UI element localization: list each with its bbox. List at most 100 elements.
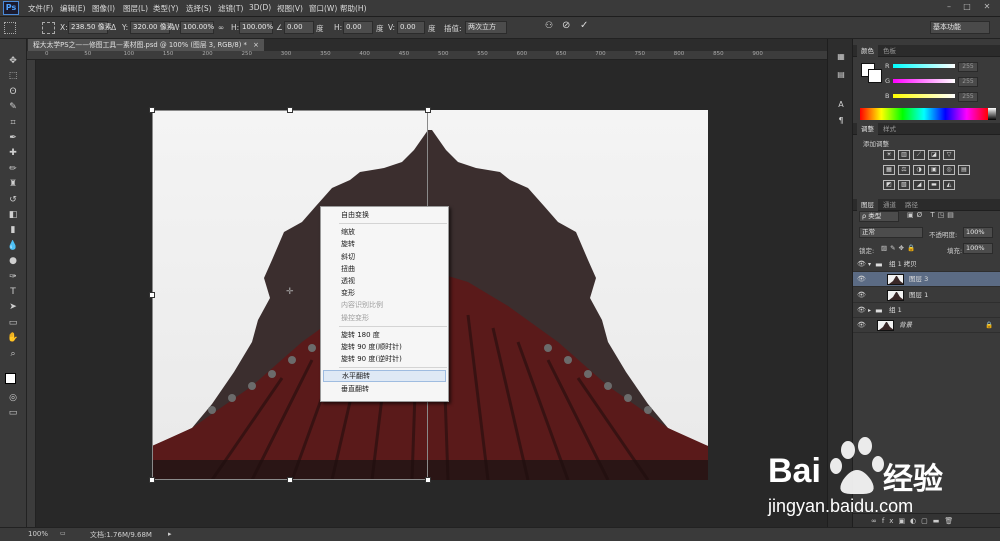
layer-row[interactable]: 👁 图层 1 <box>853 288 1000 303</box>
pivot-point-icon[interactable]: ✛ <box>286 288 294 297</box>
menu-item[interactable]: 帮助(H) <box>340 3 367 14</box>
menu-item[interactable]: 文件(F) <box>28 3 53 14</box>
cancel-transform-icon[interactable]: ⊘ <box>562 20 570 31</box>
layer-row[interactable]: 👁 ▾ ▬ 组 1 拷贝 <box>853 257 1000 272</box>
menu-item[interactable]: 窗口(W) <box>309 3 337 14</box>
hue-sat-icon[interactable]: ▦ <box>883 165 895 175</box>
curves-icon[interactable]: ⟋ <box>913 150 925 160</box>
grayscale-ramp[interactable] <box>988 108 996 120</box>
layer-row[interactable]: 👁 图层 3 <box>853 272 1000 288</box>
paragraph-icon[interactable]: ¶ <box>834 115 848 127</box>
fill-field[interactable]: 100% <box>963 243 993 254</box>
screen-mode-icon[interactable]: ▭ <box>5 407 21 419</box>
invert-icon[interactable]: ◩ <box>883 180 895 190</box>
transform-handle[interactable] <box>425 107 431 113</box>
levels-icon[interactable]: ▥ <box>898 150 910 160</box>
layer-row[interactable]: 👁 ▸ ▬ 组 1 <box>853 303 1000 318</box>
menu-item[interactable]: 图像(I) <box>92 3 115 14</box>
type-tool-icon[interactable]: T <box>5 286 21 298</box>
channel-mixer-icon[interactable]: ◎ <box>943 165 955 175</box>
brush-tool-icon[interactable]: ✏ <box>5 163 21 175</box>
history-brush-icon[interactable]: ↺ <box>5 194 21 206</box>
tab-paths[interactable]: 路径 <box>901 199 922 211</box>
expand-arrow-right-icon[interactable]: ▸ <box>868 303 871 318</box>
history-icon[interactable]: ▦ <box>834 51 848 63</box>
bw-icon[interactable]: ◑ <box>913 165 925 175</box>
layer-row[interactable]: 👁 背景 🔒 <box>853 318 1000 334</box>
interpolation-select[interactable]: 两次立方 <box>465 21 507 34</box>
width-field[interactable]: 100.00% <box>180 21 214 34</box>
foreground-color-swatch[interactable] <box>5 373 16 384</box>
context-menu-item[interactable]: 透视 <box>321 275 448 287</box>
layer-filter-icons[interactable]: ▣Ø T◳▤ <box>907 211 957 219</box>
context-menu-item[interactable]: 垂直翻转 <box>321 383 448 395</box>
maximize-icon[interactable]: □ <box>962 2 972 12</box>
channel-slider[interactable] <box>893 79 955 83</box>
clone-stamp-icon[interactable]: ♜ <box>5 178 21 190</box>
color-lookup-icon[interactable]: ▤ <box>958 165 970 175</box>
zoom-level[interactable]: 100% <box>28 530 48 538</box>
transform-handle[interactable] <box>287 477 293 483</box>
shape-tool-icon[interactable]: ▭ <box>5 317 21 329</box>
commit-transform-icon[interactable]: ✓ <box>580 20 588 31</box>
visibility-eye-icon[interactable]: 👁 <box>857 288 866 303</box>
menu-item[interactable]: 图层(L) <box>123 3 148 14</box>
channel-value-field[interactable]: 255 <box>958 62 978 72</box>
lock-icons[interactable]: ▨✎✥🔒 <box>881 244 918 252</box>
warp-mode-icon[interactable]: ⚇ <box>545 21 553 31</box>
transform-grid-icon[interactable] <box>42 22 55 34</box>
visibility-eye-icon[interactable]: 👁 <box>857 303 866 318</box>
pen-tool-icon[interactable]: ✑ <box>5 271 21 283</box>
document-tab[interactable]: 程大太学PS之——修图工具—素材图.psd @ 100% (图层 3, RGB/… <box>28 39 264 51</box>
menu-item[interactable]: 滤镜(T) <box>218 3 243 14</box>
link-icon[interactable]: ∞ <box>218 23 224 32</box>
tab-channels[interactable]: 通道 <box>879 199 900 211</box>
tab-color[interactable]: 颜色 <box>857 45 878 57</box>
gradient-tool-icon[interactable]: ▮ <box>5 224 21 236</box>
channel-slider[interactable] <box>893 64 955 68</box>
eraser-tool-icon[interactable]: ◧ <box>5 209 21 221</box>
photo-filter-icon[interactable]: ▣ <box>928 165 940 175</box>
context-menu-item[interactable]: 斜切 <box>321 251 448 263</box>
transform-handle[interactable] <box>149 292 155 298</box>
posterize-icon[interactable]: ▧ <box>898 180 910 190</box>
color-balance-icon[interactable]: ⚖ <box>898 165 910 175</box>
context-menu-item[interactable]: 水平翻转 <box>323 370 446 383</box>
v-skew-field[interactable]: 0.00 <box>397 21 425 34</box>
height-field[interactable]: 100.00% <box>239 21 273 34</box>
vibrance-icon[interactable]: ▽ <box>943 150 955 160</box>
x-position-field[interactable]: 238.50 像素 <box>68 21 112 34</box>
transform-handle[interactable] <box>287 107 293 113</box>
move-tool-icon[interactable]: ✥ <box>5 55 21 67</box>
expand-arrow-down-icon[interactable]: ▾ <box>868 257 871 272</box>
brightness-icon[interactable]: ☀ <box>883 150 895 160</box>
close-icon[interactable]: ✕ <box>982 2 992 12</box>
channel-slider[interactable] <box>893 94 955 98</box>
menu-item[interactable]: 选择(S) <box>186 3 212 14</box>
transform-handle[interactable] <box>149 107 155 113</box>
context-menu-item[interactable]: 旋转 90 度(顺时针) <box>321 341 448 353</box>
hand-tool-icon[interactable]: ✋ <box>5 332 21 344</box>
angle-field[interactable]: 0.00 <box>284 21 314 34</box>
tab-close-icon[interactable]: × <box>253 41 259 49</box>
menu-item[interactable]: 3D(D) <box>249 3 271 12</box>
context-menu-item[interactable]: 扭曲 <box>321 263 448 275</box>
background-swatch[interactable] <box>868 69 882 83</box>
context-menu-item[interactable]: 旋转 180 度 <box>321 329 448 341</box>
opacity-field[interactable]: 100% <box>963 227 993 238</box>
layer-filter-select[interactable]: ρ 类型 <box>859 211 899 222</box>
dodge-tool-icon[interactable]: ● <box>5 255 21 267</box>
menu-item[interactable]: 视图(V) <box>277 3 303 14</box>
color-spectrum[interactable] <box>860 108 988 120</box>
h-skew-field[interactable]: 0.00 <box>343 21 373 34</box>
menu-item[interactable]: 类型(Y) <box>153 3 178 14</box>
path-select-icon[interactable]: ➤ <box>5 301 21 313</box>
context-menu-item[interactable]: 旋转 <box>321 238 448 250</box>
marquee-tool-icon[interactable]: ⬚ <box>5 70 21 82</box>
tab-adjustments[interactable]: 调整 <box>857 123 878 135</box>
eyedropper-tool-icon[interactable]: ✒ <box>5 132 21 144</box>
quick-select-tool-icon[interactable]: ✎ <box>5 101 21 113</box>
context-menu-item[interactable]: 缩放 <box>321 226 448 238</box>
y-position-field[interactable]: 320.00 像素 <box>130 21 174 34</box>
selective-color-icon[interactable]: ◭ <box>943 180 955 190</box>
